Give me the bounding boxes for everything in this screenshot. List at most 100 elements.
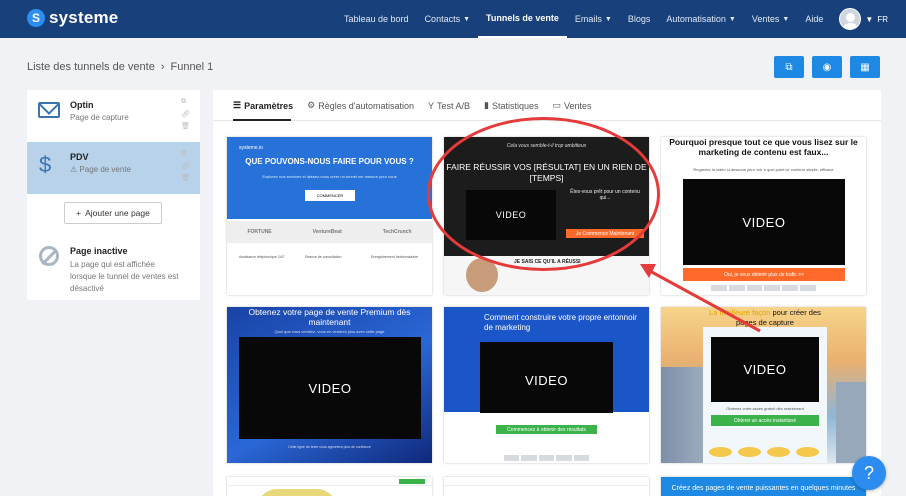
template-feature: Assistance téléphonique 24/7 (239, 255, 285, 259)
chevron-down-icon: ▼ (604, 15, 612, 23)
open-external-button[interactable]: ⧉ (774, 56, 804, 78)
chevron-down-icon: ▼ (463, 15, 471, 23)
plus-icon: + (76, 208, 82, 218)
payment-logos (711, 285, 816, 291)
template-skyline (836, 382, 866, 463)
template-feature: Enregistrement hebdomadaire (371, 255, 419, 259)
template-heading: Créez des pages de vente puissantes en q… (671, 485, 856, 492)
template-brand: systeme.io (239, 145, 263, 151)
header-actions: ⧉ ◉ ▦ (774, 56, 880, 78)
tab-label: Test A/B (437, 100, 471, 111)
nav-item-contacts[interactable]: Contacts ▼ (417, 0, 478, 38)
template-video: VIDEO (239, 337, 421, 439)
logo-mark-icon: S (27, 9, 45, 27)
step-subtitle-text: Page de vente (79, 165, 132, 174)
template-feature: Séance de consultation (305, 255, 342, 259)
help-button[interactable]: ? (852, 456, 886, 490)
tab-ventes[interactable]: ▭ Ventes (553, 100, 592, 119)
breadcrumb-parent-link[interactable]: Liste des tunnels de vente (27, 61, 155, 73)
template-thumbnail-build-funnel[interactable]: Comment construire votre propre entonnoi… (444, 307, 649, 463)
tab-label: Ventes (564, 100, 592, 111)
nav-item-aide[interactable]: Aide (797, 0, 831, 38)
avatar[interactable] (839, 8, 862, 30)
bar-chart-icon: ▮ (484, 100, 489, 110)
nav-label: Aide (805, 14, 824, 24)
template-heading: Pourquoi presque tout ce que vous lisez … (669, 137, 858, 157)
tab-statistiques[interactable]: ▮ Statistiques (484, 100, 538, 119)
tab-test-ab[interactable]: Y Test A/B (428, 100, 470, 119)
top-navigation-bar: S systeme Tableau de bord Contacts ▼ Tunn… (0, 0, 906, 38)
user-menu[interactable]: ▼ FR (839, 8, 888, 30)
nav-label: Emails (574, 14, 602, 24)
question-icon: ? (863, 462, 874, 483)
language-selector[interactable]: FR (877, 15, 888, 24)
chevron-down-icon: ▼ (728, 15, 736, 23)
disabled-icon (39, 246, 59, 266)
step-tools: ⧉ 🔗︎ 🗑︎ (181, 150, 190, 182)
template-heading: QUE POUVONS-NOUS FAIRE POUR VOUS ? (245, 157, 414, 166)
template-thumbnail-partial[interactable]: Créez des pages de vente puissantes en q… (661, 477, 866, 496)
nav-label: Tunnels de vente (486, 13, 559, 23)
funnel-steps-panel: Optin Page de capture ⧉ 🔗︎ 🗑︎ $ PDV ⚠ Pa… (27, 90, 200, 300)
breadcrumb-current: Funnel 1 (170, 61, 214, 73)
chevron-down-icon: ▼ (782, 15, 790, 23)
preview-button[interactable]: ◉ (812, 56, 842, 78)
trash-icon[interactable]: 🗑︎ (181, 174, 190, 182)
template-video: VIDEO (711, 337, 819, 402)
add-page-button[interactable]: + Ajouter une page (64, 202, 162, 224)
tab-label: Règles d'automatisation (318, 100, 414, 111)
tab-label: Paramètres (244, 100, 294, 111)
nav-item-ventes[interactable]: Ventes ▼ (744, 0, 797, 38)
logo-text: VentureBeat (312, 229, 342, 235)
chevron-down-icon: ▼ (865, 14, 874, 24)
template-subtitle: Quoi que vous vendiez, vous en vendrez p… (274, 329, 385, 334)
nav-item-tunnels-de-vente[interactable]: Tunnels de vente (478, 0, 567, 38)
inactive-page-description: La page qui est affichée lorsque le tunn… (70, 260, 179, 293)
shop-button[interactable]: ▦ (850, 56, 880, 78)
template-video: VIDEO (480, 342, 613, 418)
copy-icon[interactable]: ⧉ (181, 98, 190, 106)
funnel-step-optin[interactable]: Optin Page de capture ⧉ 🔗︎ 🗑︎ (27, 90, 200, 142)
template-thumbnail-partial[interactable] (444, 477, 649, 496)
copy-icon[interactable]: ⧉ (181, 150, 190, 158)
template-button: Obtenir un accès instantané (711, 415, 819, 426)
template-thumbnail-services[interactable]: systeme.io QUE POUVONS-NOUS FAIRE POUR V… (227, 137, 432, 295)
payment-logos (504, 455, 590, 461)
nav-item-emails[interactable]: Emails ▼ (567, 0, 620, 38)
breadcrumb: Liste des tunnels de vente › Funnel 1 (27, 61, 213, 73)
template-thumbnail-partial[interactable] (227, 477, 432, 496)
add-page-label: Ajouter une page (85, 208, 150, 218)
brand-logo[interactable]: S systeme (27, 8, 118, 28)
main-menu: Tableau de bord Contacts ▼ Tunnels de ven… (336, 0, 831, 38)
template-subtitle: Explorez nos services et laissez-nous cr… (262, 174, 397, 179)
template-thumbnail-premium-sales[interactable]: Obtenez votre page de vente Premium dès … (227, 307, 432, 463)
trash-icon[interactable]: 🗑︎ (181, 122, 190, 130)
highlight-ellipse-annotation (427, 117, 660, 271)
nav-item-blogs[interactable]: Blogs (620, 0, 659, 38)
template-heading: La meilleure façon pour créer des pages … (705, 308, 825, 328)
link-icon[interactable]: 🔗︎ (181, 110, 190, 118)
template-video: VIDEO (683, 179, 845, 265)
template-button (399, 479, 425, 484)
nav-item-automatisation[interactable]: Automatisation ▼ (658, 0, 743, 38)
funnel-step-pdv[interactable]: $ PDV ⚠ Page de vente ⧉ 🔗︎ 🗑︎ (27, 142, 200, 194)
nav-label: Ventes (751, 14, 780, 24)
nav-item-tableau-de-bord[interactable]: Tableau de bord (336, 0, 417, 38)
template-heading: Obtenez votre page de vente Premium dès … (248, 307, 411, 327)
template-cta: COMMENCER (305, 190, 355, 201)
template-thumbnail-capture-page[interactable]: La meilleure façon pour créer des pages … (661, 307, 866, 463)
tab-regles-automatisation[interactable]: ⚙ Règles d'automatisation (307, 100, 414, 119)
template-image (257, 489, 337, 496)
inactive-page-title: Page inactive (70, 246, 128, 256)
nav-label: Automatisation (666, 14, 726, 24)
brand-name: systeme (49, 8, 119, 27)
template-heading: Comment construire votre propre entonnoi… (484, 313, 637, 332)
tab-parametres[interactable]: ☰ Paramètres (233, 100, 293, 119)
external-link-icon: ⧉ (785, 61, 793, 73)
template-thumbnail-content-marketing[interactable]: Pourquoi presque tout ce que vous lisez … (661, 137, 866, 295)
template-subtitle: Obtenez votre accès gratuit dès maintena… (726, 406, 804, 411)
link-icon[interactable]: 🔗︎ (181, 162, 190, 170)
warning-icon: ⚠ (70, 165, 78, 174)
money-icon: ▭ (552, 100, 562, 110)
eye-icon: ◉ (822, 61, 832, 73)
